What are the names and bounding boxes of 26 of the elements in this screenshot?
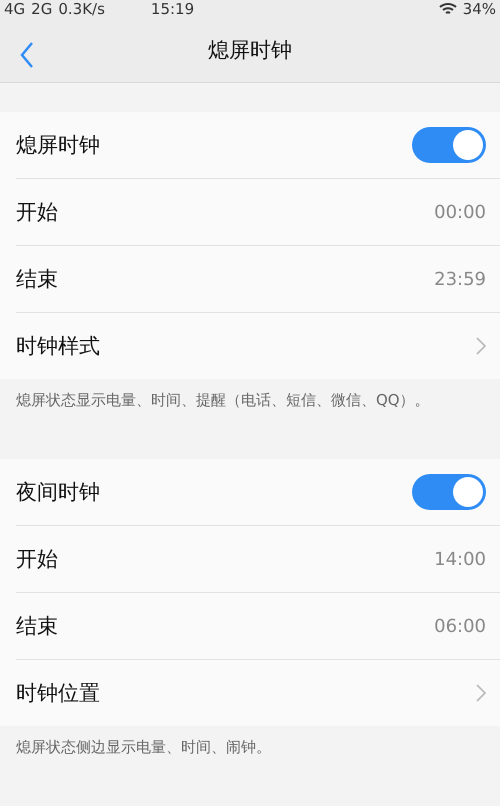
battery-percent: 34% (462, 0, 496, 18)
page-title: 熄屏时钟 (208, 36, 292, 64)
chevron-icon[interactable] (476, 684, 486, 702)
setting-label: 结束 (16, 613, 58, 640)
back-icon[interactable] (20, 42, 34, 68)
setting-label: 熄屏时钟 (16, 132, 100, 159)
status-text: 4G (4, 0, 26, 18)
wifi-icon (438, 2, 457, 16)
setting-label: 开始 (16, 546, 58, 573)
time-value[interactable]: 14:00 (434, 548, 486, 570)
setting-label: 夜间时钟 (16, 479, 100, 506)
toggle-switch[interactable] (412, 127, 486, 163)
status-text: 0.3K/s (58, 0, 105, 18)
status-text: 2G (31, 0, 52, 18)
section-note: 熄屏状态显示电量、时间、提醒（电话、短信、微信、QQ）。 (16, 390, 431, 411)
time-value[interactable]: 06:00 (434, 616, 486, 636)
setting-label: 时钟位置 (16, 680, 100, 707)
setting-label: 结束 (16, 266, 58, 293)
status-time: 15:19 (150, 0, 194, 18)
time-value[interactable]: 23:59 (434, 268, 486, 290)
section-note: 熄屏状态侧边显示电量、时间、闹钟。 (16, 737, 272, 758)
setting-label: 时钟样式 (16, 333, 100, 360)
toggle-switch[interactable] (412, 474, 486, 510)
chevron-icon[interactable] (476, 337, 486, 355)
setting-label: 开始 (16, 199, 58, 226)
time-value[interactable]: 00:00 (434, 202, 486, 222)
